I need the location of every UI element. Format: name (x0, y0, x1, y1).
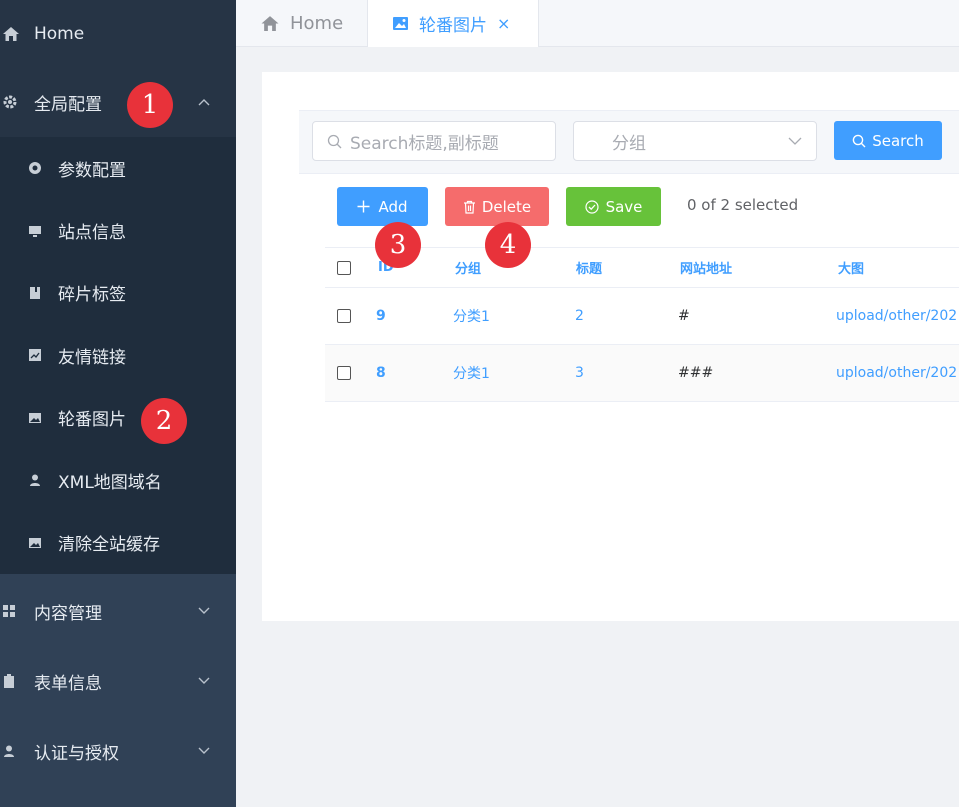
delete-button[interactable]: Delete (445, 187, 549, 226)
cell-id[interactable]: 9 (376, 288, 386, 344)
save-button-label: Save (605, 197, 643, 216)
sidebar-item-clear-cache[interactable]: 清除全站缓存 (0, 511, 236, 573)
table-row[interactable]: 8 分类1 3 ### upload/other/202 (325, 345, 959, 402)
circle-icon (28, 161, 42, 175)
plus-icon (357, 200, 370, 213)
cell-image[interactable]: upload/other/202 (836, 288, 957, 344)
sidebar-item-label: 碎片标签 (58, 285, 126, 306)
sidebar-item-label: 清除全站缓存 (58, 535, 160, 556)
cell-title[interactable]: 2 (575, 288, 584, 344)
sidebar-item-params[interactable]: 参数配置 (0, 137, 236, 199)
sidebar-item-label: XML地图域名 (58, 472, 162, 493)
tab-carousel[interactable]: 轮番图片 × (367, 0, 539, 47)
sidebar-item-fragment-tags[interactable]: 碎片标签 (0, 262, 236, 324)
cell-url: # (678, 308, 690, 324)
sidebar-item-label: 友情链接 (58, 347, 126, 368)
annotation-badge: 2 (141, 398, 187, 444)
row-checkbox[interactable] (337, 288, 351, 344)
selection-count: 0 of 2 selected (687, 196, 799, 214)
add-button[interactable]: Add (337, 187, 428, 226)
trash-icon (463, 200, 476, 214)
cell-group[interactable]: 分类1 (453, 345, 490, 401)
sidebar-group-label: 表单信息 (34, 673, 102, 694)
tab-label: 轮番图片 (419, 16, 487, 36)
column-header-title[interactable]: 标题 (576, 248, 602, 287)
column-header-group[interactable]: 分组 (455, 248, 481, 287)
book-icon (28, 286, 42, 300)
home-icon (2, 26, 20, 42)
monitor-icon (28, 224, 42, 238)
image-icon (28, 411, 42, 425)
sidebar-group-content[interactable]: 内容管理 (0, 576, 236, 646)
column-header-image[interactable]: 大图 (838, 248, 864, 287)
annotation-badge: 1 (127, 82, 173, 128)
cell-url: ### (678, 365, 714, 381)
cell-image[interactable]: upload/other/202 (836, 345, 957, 401)
tab-label: Home (290, 12, 344, 34)
close-icon[interactable]: × (497, 14, 510, 33)
tab-bar: Home 轮番图片 × (236, 0, 959, 47)
sidebar-group-forms[interactable]: 表单信息 (0, 646, 236, 716)
sidebar-item-friend-links[interactable]: 友情链接 (0, 324, 236, 386)
sidebar: Home 全局配置 参数配置 站点信息 碎片标签 友情链接 轮番图片 XML地图… (0, 0, 236, 807)
sidebar-item-xml-sitemap[interactable]: XML地图域名 (0, 449, 236, 511)
annotation-badge: 3 (375, 222, 421, 268)
search-icon (852, 134, 866, 148)
sidebar-group-global-config[interactable]: 全局配置 (0, 67, 236, 137)
delete-button-label: Delete (481, 197, 532, 216)
gear-icon (2, 94, 20, 110)
chevron-up-icon (198, 95, 210, 109)
chart-icon (28, 348, 42, 362)
search-button-label: Search (872, 131, 924, 150)
chevron-down-icon (198, 744, 210, 758)
row-checkbox[interactable] (337, 345, 351, 401)
user-icon (2, 744, 20, 758)
cell-group[interactable]: 分类1 (453, 288, 490, 344)
check-circle-icon (584, 199, 599, 214)
sidebar-group-auth[interactable]: 认证与授权 (0, 716, 236, 786)
table-row[interactable]: 9 分类1 2 # upload/other/202 (325, 288, 959, 345)
search-icon (327, 134, 342, 149)
sidebar-item-site-info[interactable]: 站点信息 (0, 199, 236, 261)
annotation-badge: 4 (485, 222, 531, 268)
search-button[interactable]: Search (834, 121, 942, 160)
chevron-down-icon (198, 604, 210, 618)
chevron-down-icon (198, 674, 210, 688)
save-button[interactable]: Save (566, 187, 661, 226)
select-all-checkbox[interactable] (337, 248, 351, 287)
sidebar-group-label: 内容管理 (34, 603, 102, 624)
home-icon (260, 15, 280, 32)
cell-id[interactable]: 8 (376, 345, 386, 401)
group-select-placeholder: 分组 (612, 133, 646, 154)
sidebar-item-label: 轮番图片 (58, 410, 126, 431)
sidebar-item-label: 参数配置 (58, 160, 126, 181)
table-header: ID 分组 标题 网站地址 大图 (325, 247, 959, 288)
user-icon (28, 473, 42, 487)
image-icon (28, 536, 42, 550)
sidebar-item-carousel[interactable]: 轮番图片 (0, 387, 236, 449)
tab-home[interactable]: Home (236, 0, 367, 46)
clipboard-icon (2, 674, 20, 688)
add-button-label: Add (378, 197, 408, 216)
sidebar-item-label: 站点信息 (58, 223, 126, 244)
image-icon (392, 16, 409, 31)
search-input[interactable]: Search标题,副标题 (312, 121, 556, 161)
submenu-global-config: 参数配置 站点信息 碎片标签 友情链接 轮番图片 XML地图域名 清除全站缓存 (0, 137, 236, 574)
group-select[interactable]: 分组 (573, 121, 817, 161)
grid-icon (2, 604, 20, 618)
column-header-url[interactable]: 网站地址 (680, 248, 732, 287)
sidebar-group-label: 全局配置 (34, 94, 102, 115)
sidebar-item-label: Home (34, 23, 85, 44)
sidebar-group-label: 认证与授权 (34, 743, 119, 764)
search-input-placeholder: Search标题,副标题 (350, 133, 499, 154)
chevron-down-icon (788, 137, 802, 146)
sidebar-item-home[interactable]: Home (0, 0, 236, 67)
cell-title[interactable]: 3 (575, 345, 584, 401)
